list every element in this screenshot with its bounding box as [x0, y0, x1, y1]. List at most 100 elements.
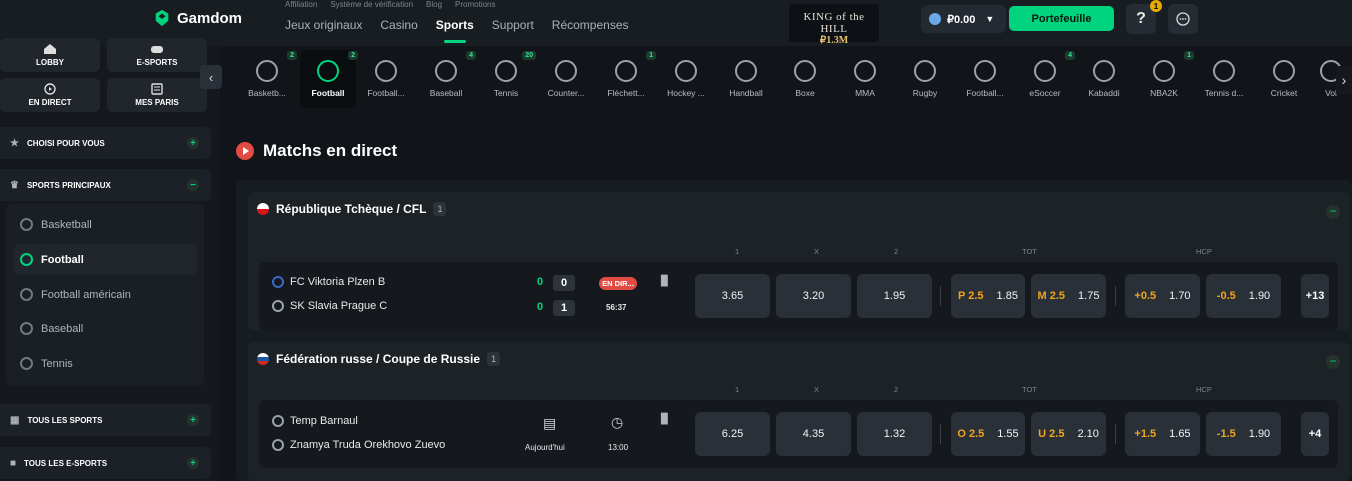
handball-player-icon [735, 60, 757, 82]
sport-tab-table-tennis[interactable]: Tennis d... [1196, 50, 1252, 108]
sidebar-mybets-button[interactable]: MES PARIS [107, 78, 207, 112]
sidebar-collapse-button[interactable]: ‹ [200, 65, 222, 89]
sport-tab-nba2k[interactable]: 1 NBA2K [1136, 50, 1194, 108]
sport-tab-handball[interactable]: Handball [718, 50, 774, 108]
sport-tab-kabaddi[interactable]: Kabaddi [1076, 50, 1132, 108]
sport-tab-esoccer[interactable]: 4 eSoccer [1017, 50, 1075, 108]
odd-button-over[interactable]: P 2.5 1.85 [951, 274, 1025, 318]
count-badge: 20 [522, 51, 536, 60]
sidebar-item-american-football[interactable]: Football américain [14, 279, 197, 310]
away-team: SK Slavia Prague C [272, 300, 387, 312]
chat-icon [1176, 12, 1190, 26]
odd-button-hcp-away[interactable]: -0.5 1.90 [1206, 274, 1281, 318]
odd-button-away[interactable]: 1.32 [857, 412, 932, 456]
nav-support[interactable]: Support [492, 18, 534, 32]
odd-value: 1.90 [1248, 428, 1271, 440]
odd-value: 1.70 [1169, 290, 1191, 302]
odd-button-under[interactable]: M 2.5 1.75 [1031, 274, 1106, 318]
match-row[interactable]: FC Viktoria Plzen B SK Slavia Prague C 0… [259, 262, 1338, 330]
collapse-league-button[interactable]: − [1326, 205, 1340, 219]
sport-tab-tennis[interactable]: 20 Tennis [478, 50, 536, 108]
sidebar-live-button[interactable]: EN DIRECT [0, 78, 100, 112]
sport-tab-darts[interactable]: 1 Fléchett... [598, 50, 656, 108]
section-all-sports[interactable]: ▦ TOUS LES SPORTS + [0, 404, 211, 436]
sport-tab-cricket[interactable]: Cricket [1256, 50, 1312, 108]
odd-button-draw[interactable]: 4.35 [776, 412, 851, 456]
odd-button-hcp-home[interactable]: +1.5 1.65 [1125, 412, 1200, 456]
sidebar-lobby-button[interactable]: LOBBY [0, 38, 100, 72]
sportbar-next-button[interactable]: › [1336, 66, 1352, 94]
odd-line: P 2.5 [958, 290, 984, 302]
more-markets-button[interactable]: +13 [1301, 274, 1329, 318]
help-icon: ? [1136, 10, 1146, 27]
odd-button-hcp-away[interactable]: -1.5 1.90 [1206, 412, 1281, 456]
count-badge: 4 [466, 51, 476, 60]
odd-button-over[interactable]: O 2.5 1.55 [951, 412, 1025, 456]
odd-line: -0.5 [1216, 290, 1236, 302]
odd-button-under[interactable]: U 2.5 2.10 [1031, 412, 1106, 456]
promo-banner[interactable]: KING of the HILL ₽1.3M [789, 4, 879, 46]
football-icon [272, 300, 284, 312]
brand-logo[interactable]: Gamdom [153, 9, 242, 27]
sidebar-item-label: Football américain [41, 288, 131, 301]
nav-rewards[interactable]: Récompenses [552, 18, 629, 32]
sidebar-item-baseball[interactable]: Baseball [14, 313, 197, 344]
expand-icon: + [187, 414, 199, 426]
chat-button[interactable] [1168, 4, 1198, 34]
section-main-sports[interactable]: ♛ SPORTS PRINCIPAUX − [0, 169, 211, 201]
sport-tab-aussie-football[interactable]: Football... [957, 50, 1013, 108]
match-row[interactable]: Temp Barnaul Znamya Truda Orekhovo Zuevo… [259, 400, 1338, 468]
link-verification[interactable]: Système de vérification [330, 0, 413, 9]
stats-icon[interactable]: ▉ [661, 276, 669, 287]
american-football-icon [375, 60, 397, 82]
section-all-esports[interactable]: ■ TOUS LES E-SPORTS + [0, 447, 211, 479]
section-label: TOUS LES SPORTS [27, 415, 103, 425]
sport-tab-boxing[interactable]: Boxe [777, 50, 833, 108]
odd-button-draw[interactable]: 3.20 [776, 274, 851, 318]
baseball-icon [20, 322, 33, 335]
league-header[interactable]: Fédération russe / Coupe de Russie 1 [257, 352, 501, 366]
medal-icon [1153, 60, 1175, 82]
league-card: Fédération russe / Coupe de Russie 1 − 1… [248, 342, 1350, 481]
collapse-league-button[interactable]: − [1326, 355, 1340, 369]
count-badge: 2 [348, 51, 358, 60]
stats-icon[interactable]: ▉ [661, 414, 669, 425]
more-markets-button[interactable]: +4 [1301, 412, 1329, 456]
link-affiliation[interactable]: Affiliation [285, 0, 317, 9]
sidebar-item-label: Football [41, 253, 84, 266]
section-picked-for-you[interactable]: ★ CHOISI POUR VOUS + [0, 127, 211, 159]
odd-button-home[interactable]: 3.65 [695, 274, 770, 318]
odd-button-hcp-home[interactable]: +0.5 1.70 [1125, 274, 1200, 318]
nav-casino[interactable]: Casino [380, 18, 417, 32]
nav-originals[interactable]: Jeux originaux [285, 18, 362, 32]
sidebar-item-football[interactable]: Football [14, 244, 197, 275]
nav-sports[interactable]: Sports [436, 18, 474, 43]
league-header[interactable]: République Tchèque / CFL 1 [257, 202, 447, 216]
football-icon [272, 415, 284, 427]
baseball-icon [435, 60, 457, 82]
main-sports-list: Basketball Football Football américain B… [6, 204, 204, 386]
sport-tab-baseball[interactable]: 4 Baseball [418, 50, 476, 108]
link-promotions[interactable]: Promotions [455, 0, 495, 9]
sport-tab-rugby[interactable]: Rugby [897, 50, 953, 108]
link-blog[interactable]: Blog [426, 0, 442, 9]
sidebar-esports-button[interactable]: E-SPORTS [107, 38, 207, 72]
sport-tab-hockey[interactable]: Hockey ... [658, 50, 714, 108]
odd-button-home[interactable]: 6.25 [695, 412, 770, 456]
sport-tab-label: Hockey ... [667, 88, 705, 98]
sidebar-item-tennis[interactable]: Tennis [14, 348, 197, 379]
odd-button-away[interactable]: 1.95 [857, 274, 932, 318]
sidebar-item-basketball[interactable]: Basketball [14, 209, 197, 240]
sport-tab-mma[interactable]: MMA [837, 50, 893, 108]
col-label-hcp: HCP [1196, 247, 1212, 256]
section-label: SPORTS PRINCIPAUX [26, 180, 111, 190]
sport-tab-counter-strike[interactable]: Counter... [538, 50, 594, 108]
balance-selector[interactable]: ₽0.00 ▼ [921, 5, 1006, 33]
sport-tab-american-football[interactable]: Football... [358, 50, 414, 108]
sport-tab-football[interactable]: 2 Football [300, 50, 358, 108]
sidebar-lobby-label: LOBBY [36, 58, 64, 67]
away-team-name: Znamya Truda Orekhovo Zuevo [290, 439, 446, 451]
sport-category-bar: 2 Basketb... 2 Football Football... 4 Baseb… [236, 46, 1352, 112]
wallet-button[interactable]: Portefeuille [1009, 6, 1114, 31]
sport-tab-basketball[interactable]: 2 Basketb... [239, 50, 297, 108]
